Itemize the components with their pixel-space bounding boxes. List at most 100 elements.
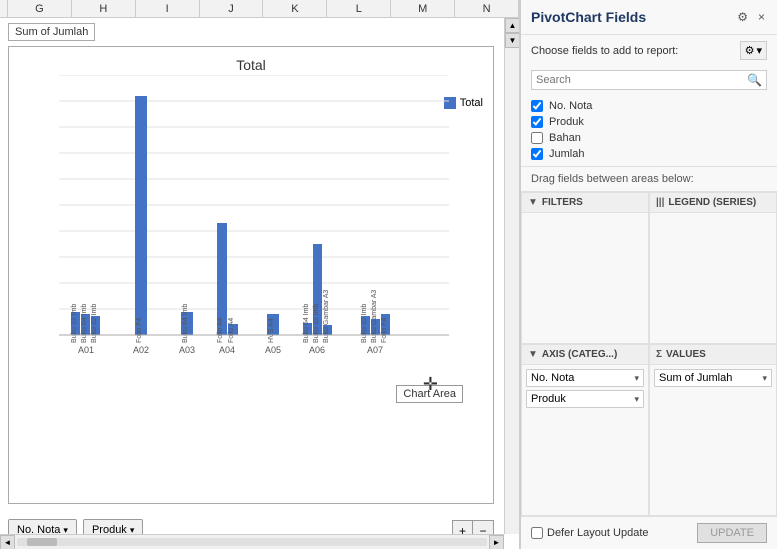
svg-text:Buku 32 Imb: Buku 32 Imb xyxy=(71,304,78,343)
field-item-jumlah: Jumlah xyxy=(531,146,767,162)
panel-close-button[interactable]: × xyxy=(756,8,767,26)
field-label-bahan: Bahan xyxy=(549,132,581,144)
choose-settings-button[interactable]: ⚙ ▾ xyxy=(740,41,767,60)
legend-body xyxy=(650,213,776,343)
sum-jumlah-arrow[interactable]: ▾ xyxy=(762,373,767,384)
svg-text:HVS A4: HVS A4 xyxy=(268,318,275,343)
axis-produk-arrow[interactable]: ▾ xyxy=(634,394,639,405)
h-scrollbar[interactable]: ◄ ► xyxy=(0,534,504,549)
h-scroll-left-button[interactable]: ◄ xyxy=(0,535,15,549)
axis-no-nota-arrow[interactable]: ▾ xyxy=(634,373,639,384)
svg-text:A04: A04 xyxy=(219,345,235,355)
svg-text:Folio A4: Folio A4 xyxy=(217,318,224,343)
svg-text:A02: A02 xyxy=(133,345,149,355)
panel-bottom: Defer Layout Update UPDATE xyxy=(521,516,777,549)
drag-label: Drag fields between areas below: xyxy=(521,166,777,191)
field-label-produk: Produk xyxy=(549,116,584,128)
search-input-wrap: 🔍 xyxy=(531,70,767,90)
values-icon: Σ xyxy=(656,349,662,360)
h-scroll-thumb[interactable] xyxy=(27,538,57,546)
legend-label: Total xyxy=(460,97,483,109)
update-button[interactable]: UPDATE xyxy=(697,523,767,543)
svg-text:A03: A03 xyxy=(179,345,195,355)
svg-text:A06: A06 xyxy=(309,345,325,355)
sum-of-jumlah-label: Sum of Jumlah xyxy=(8,23,95,41)
legend-icon: ||| xyxy=(656,197,664,208)
col-header-n: N xyxy=(455,0,519,17)
chart-title: Total xyxy=(9,47,493,73)
settings-dropdown-icon: ▾ xyxy=(756,44,762,57)
col-headers: G H I J K L M N xyxy=(0,0,519,18)
panel-settings-button[interactable]: ⚙ xyxy=(735,8,750,26)
legend-series-label: LEGEND (SERIES) xyxy=(668,197,756,208)
col-header-g: G xyxy=(8,0,72,17)
panel-title: PivotChart Fields xyxy=(531,9,646,25)
drop-zone-values-header: Σ VALUES xyxy=(650,345,776,365)
pivot-panel: PivotChart Fields ⚙ × Choose fields to a… xyxy=(520,0,777,549)
filters-label: FILTERS xyxy=(542,197,583,208)
col-header-k: K xyxy=(263,0,327,17)
svg-text:Folio F4: Folio F4 xyxy=(381,318,388,343)
col-header-m: M xyxy=(391,0,455,17)
drop-zone-legend[interactable]: ||| LEGEND (SERIES) xyxy=(649,192,777,344)
field-checkbox-no-nota[interactable] xyxy=(531,100,543,112)
field-item-bahan: Bahan xyxy=(531,130,767,146)
choose-fields-label: Choose fields to add to report: xyxy=(531,45,678,57)
axis-body: No. Nota ▾ Produk ▾ xyxy=(522,365,648,515)
values-body: Sum of Jumlah ▾ xyxy=(650,365,776,515)
values-label: VALUES xyxy=(666,349,706,360)
col-header-l: L xyxy=(327,0,391,17)
chart-outer: Sum of Jumlah Total Total xyxy=(0,18,519,549)
defer-checkbox[interactable] xyxy=(531,527,543,539)
axis-item-produk[interactable]: Produk ▾ xyxy=(526,390,644,408)
svg-text:Buku 32 Imb: Buku 32 Imb xyxy=(313,304,320,343)
field-checkbox-jumlah[interactable] xyxy=(531,148,543,160)
drop-zone-values[interactable]: Σ VALUES Sum of Jumlah ▾ xyxy=(649,344,777,516)
v-scroll-down-button[interactable]: ▼ xyxy=(505,33,519,48)
values-item-sum-jumlah[interactable]: Sum of Jumlah ▾ xyxy=(654,369,772,387)
v-scrollbar[interactable]: ▲ ▼ xyxy=(504,18,519,534)
svg-text:Buku 64 Imb: Buku 64 Imb xyxy=(81,304,88,343)
choose-fields-row: Choose fields to add to report: ⚙ ▾ xyxy=(521,35,777,66)
settings-gear-icon: ⚙ xyxy=(745,44,755,57)
filter-icon: ▼ xyxy=(528,197,538,208)
v-scroll-up-button[interactable]: ▲ xyxy=(505,18,519,33)
drop-zone-filters[interactable]: ▼ FILTERS xyxy=(521,192,649,344)
col-header-h: H xyxy=(72,0,136,17)
svg-text:Buku 32 Imb: Buku 32 Imb xyxy=(91,304,98,343)
field-checkbox-bahan[interactable] xyxy=(531,132,543,144)
col-header-i: I xyxy=(136,0,200,17)
move-cursor-icon: ✛ xyxy=(423,374,438,395)
drop-zone-axis[interactable]: ▼ AXIS (CATEG...) No. Nota ▾ Produk ▾ xyxy=(521,344,649,516)
svg-text:Buku 32 Imb: Buku 32 Imb xyxy=(361,304,368,343)
drop-zone-filters-header: ▼ FILTERS xyxy=(522,193,648,213)
search-input[interactable] xyxy=(536,74,747,86)
chart-svg: 100000 90000 80000 70000 60000 50000 400… xyxy=(59,75,449,365)
spreadsheet-area: G H I J K L M N Sum of Jumlah Total Tota… xyxy=(0,0,520,549)
col-header-j: J xyxy=(200,0,264,17)
h-scroll-track xyxy=(17,538,487,546)
svg-text:A05: A05 xyxy=(265,345,281,355)
drop-zone-axis-header: ▼ AXIS (CATEG...) xyxy=(522,345,648,365)
axis-item-no-nota[interactable]: No. Nota ▾ xyxy=(526,369,644,387)
axis-produk-label: Produk xyxy=(531,393,566,405)
panel-header-icons: ⚙ × xyxy=(735,8,767,26)
field-checkbox-produk[interactable] xyxy=(531,116,543,128)
legend-area: Total xyxy=(444,97,483,109)
chart-pivot[interactable]: Total Total 100000 xyxy=(8,46,494,504)
field-label-no-nota: No. Nota xyxy=(549,100,592,112)
row-num-header xyxy=(0,0,8,17)
defer-text: Defer Layout Update xyxy=(547,527,649,539)
chart-area-tooltip: Chart Area xyxy=(396,385,463,403)
panel-header: PivotChart Fields ⚙ × xyxy=(521,0,777,35)
search-icon: 🔍 xyxy=(747,73,762,87)
defer-label[interactable]: Defer Layout Update xyxy=(531,527,649,539)
axis-label: AXIS (CATEG...) xyxy=(542,349,617,360)
svg-text:Buku 64 Imb: Buku 64 Imb xyxy=(303,304,310,343)
field-item-produk: Produk xyxy=(531,114,767,130)
drop-zone-legend-header: ||| LEGEND (SERIES) xyxy=(650,193,776,213)
h-scroll-right-button[interactable]: ► xyxy=(489,535,504,549)
fields-list: No. Nota Produk Bahan Jumlah xyxy=(521,94,777,166)
field-item-no-nota: No. Nota xyxy=(531,98,767,114)
svg-text:Buku 64 Imb: Buku 64 Imb xyxy=(182,304,189,343)
